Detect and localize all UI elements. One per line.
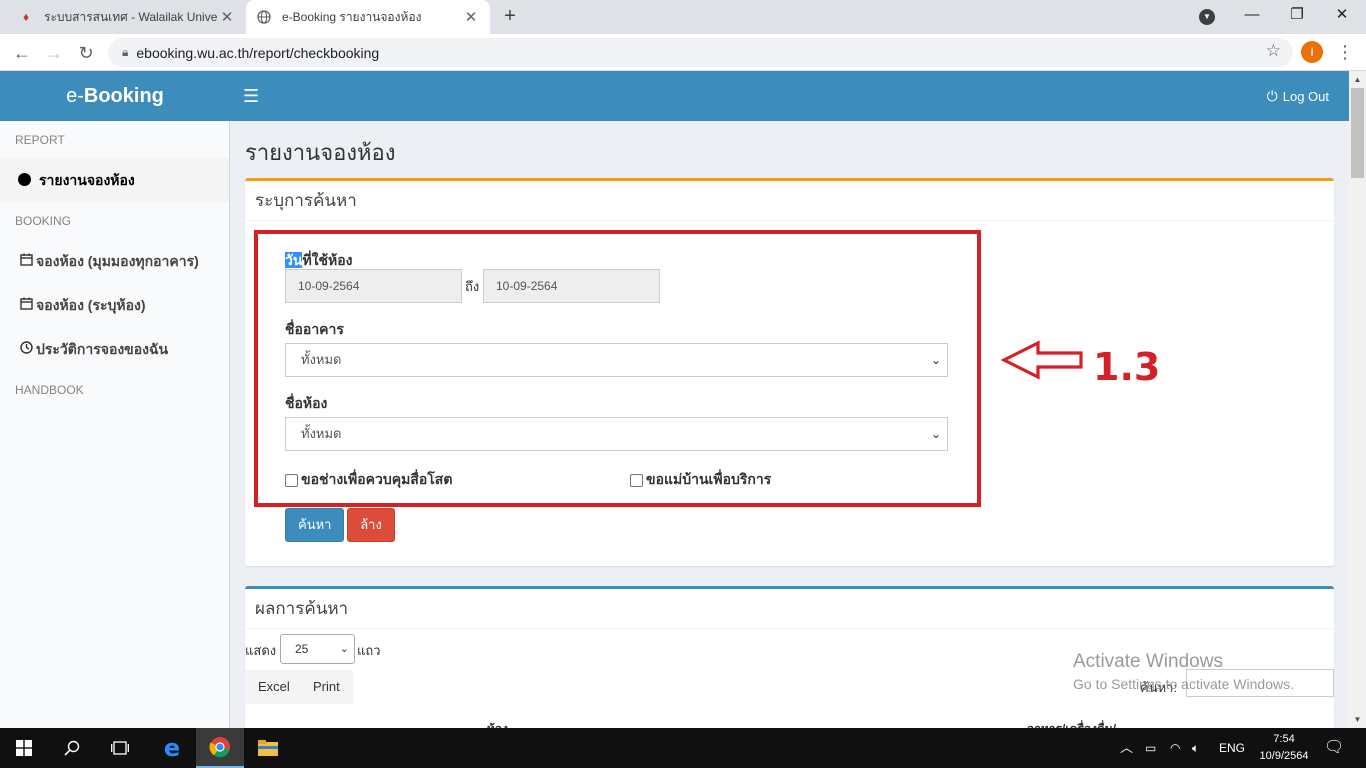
annotation-step-label: 1.3 — [1093, 345, 1161, 389]
url-text: ebooking.wu.ac.th/report/checkbooking — [136, 44, 380, 61]
browser-tab-strip: ♦ ระบบสารสนเทศ - Walailak Universit ✕ e-… — [0, 0, 1366, 34]
close-window-button[interactable]: ✕ — [1320, 0, 1364, 32]
search-box-title: ระบุการค้นหา — [245, 181, 1334, 221]
new-tab-button[interactable]: + — [498, 5, 522, 29]
sidebar-item-label: รายงานจองห้อง — [39, 172, 135, 188]
browser-toolbar: ← → ↻ 🔒︎ ebooking.wu.ac.th/report/checkb… — [0, 34, 1366, 71]
edge-browser-icon[interactable]: e — [148, 728, 196, 768]
hamburger-menu-icon[interactable]: ☰ — [243, 86, 259, 106]
search-button[interactable]: ค้นหา — [285, 508, 344, 542]
annotation-arrow-icon — [1000, 340, 1083, 380]
battery-icon[interactable]: ▭ — [1145, 728, 1156, 768]
file-explorer-icon[interactable] — [244, 728, 292, 768]
power-icon: ⏻ — [1266, 88, 1278, 104]
scroll-thumb[interactable] — [1351, 88, 1364, 178]
close-tab-icon[interactable]: ✕ — [218, 8, 236, 26]
system-clock[interactable]: 7:54 10/9/2564 — [1256, 731, 1312, 765]
globe-icon — [256, 9, 272, 25]
clock-date: 10/9/2564 — [1259, 750, 1309, 762]
volume-icon[interactable]: 🔈︎ — [1192, 728, 1199, 768]
sidebar-item-book-specific-room[interactable]: จองห้อง (ระบุห้อง) — [0, 283, 229, 327]
annotation-highlight-box — [254, 230, 981, 507]
windows-taskbar: e ︿ ▭ ◠ 🔈︎ ENG 7:54 10/9/2564 🗨︎ — [0, 728, 1366, 768]
sidebar-item-label: ประวัติการจองของฉัน — [36, 341, 169, 357]
sidebar-item-my-history[interactable]: ประวัติการจองของฉัน — [0, 327, 229, 371]
search-icon[interactable] — [48, 728, 96, 768]
column-header-room[interactable]: ห้อง — [487, 720, 508, 728]
sidebar-heading-booking: BOOKING — [15, 214, 72, 228]
sidebar-item-label: จองห้อง (มุมมองทุกอาคาร) — [36, 253, 199, 269]
sidebar-item-room-report[interactable]: รายงานจองห้อง — [0, 158, 229, 202]
notifications-icon[interactable]: 🗨︎ — [1324, 728, 1344, 768]
lock-icon: 🔒︎ — [122, 45, 129, 59]
menu-dots-icon[interactable]: ⋮ — [1336, 39, 1354, 65]
watermark-subtitle: Go to Settings to activate Windows. — [1073, 676, 1294, 692]
reload-icon[interactable]: ↻ — [72, 39, 100, 67]
logout-button[interactable]: ⏻ Log Out — [1267, 71, 1329, 121]
page-title: รายงานจองห้อง — [245, 140, 396, 165]
scroll-down-icon[interactable]: ▼ — [1349, 711, 1366, 728]
show-label: แสดง — [245, 643, 277, 658]
print-button[interactable]: Print — [300, 670, 353, 704]
input-language[interactable]: ENG — [1219, 728, 1245, 768]
results-box-title: ผลการค้นหา — [245, 589, 1334, 629]
sidebar-heading-handbook: HANDBOOK — [15, 383, 84, 397]
windows-activation-watermark: Activate Windows Go to Settings to activ… — [1073, 651, 1294, 692]
watermark-title: Activate Windows — [1073, 651, 1223, 672]
clock-icon — [18, 327, 34, 371]
brand-logo[interactable]: e-Booking — [0, 71, 230, 121]
sidebar-item-label: จองห้อง (ระบุห้อง) — [36, 297, 146, 313]
tab-title: ระบบสารสนเทศ - Walailak Universit — [44, 9, 218, 24]
browser-tab-2[interactable]: e-Booking รายงานจองห้อง ✕ — [246, 0, 490, 34]
clear-button[interactable]: ล้าง — [347, 508, 395, 542]
top-navbar: e-Booking ☰ ⏻ Log Out — [0, 71, 1349, 121]
windows-start-icon[interactable] — [0, 728, 48, 768]
scroll-up-icon[interactable]: ▲ — [1349, 71, 1366, 88]
tab-title: e-Booking รายงานจองห้อง — [282, 9, 422, 24]
brand-name: Booking — [83, 85, 164, 107]
tray-chevron-up-icon[interactable]: ︿ — [1120, 728, 1133, 768]
close-tab-icon[interactable]: ✕ — [462, 8, 480, 26]
task-view-icon[interactable] — [96, 728, 144, 768]
circle-dot-icon — [18, 173, 31, 186]
calendar-icon — [18, 283, 34, 327]
restore-button[interactable]: ❐ — [1275, 0, 1319, 32]
excel-button[interactable]: Excel — [245, 670, 303, 704]
page-scrollbar[interactable]: ▲ ▼ — [1349, 71, 1366, 728]
page-length-select[interactable]: 25 ⌄ — [280, 634, 355, 664]
brand-prefix: e- — [66, 85, 84, 107]
logout-label: Log Out — [1282, 89, 1329, 104]
wifi-icon[interactable]: ◠ — [1170, 728, 1180, 768]
page-length-value: 25 — [295, 642, 309, 656]
profile-avatar[interactable]: I — [1301, 41, 1323, 63]
column-header-food-drink[interactable]: อาหาร/เครื่องดื่ม/ — [1027, 720, 1116, 728]
chevron-down-icon: ⌄ — [339, 643, 349, 655]
sidebar-item-book-all-buildings[interactable]: จองห้อง (มุมมองทุกอาคาร) — [0, 239, 229, 283]
calendar-icon — [18, 239, 34, 283]
rows-label: แถว — [357, 643, 381, 658]
profile-menu-icon[interactable]: ▼ — [1199, 9, 1215, 25]
chrome-browser-icon[interactable] — [196, 728, 244, 768]
back-arrow-icon[interactable]: ← — [8, 39, 36, 67]
sidebar: REPORT รายงานจองห้อง BOOKING จองห้อง (มุ… — [0, 121, 230, 728]
forward-arrow-icon[interactable]: → — [40, 39, 68, 67]
sidebar-heading-report: REPORT — [15, 133, 65, 147]
address-bar[interactable]: 🔒︎ ebooking.wu.ac.th/report/checkbooking… — [108, 38, 1293, 67]
clock-time: 7:54 — [1273, 733, 1295, 745]
bookmark-star-icon[interactable]: ☆ — [1266, 41, 1281, 61]
minimize-button[interactable]: — — [1230, 0, 1274, 32]
browser-tab-1[interactable]: ♦ ระบบสารสนเทศ - Walailak Universit ✕ — [8, 0, 246, 34]
university-seal-icon: ♦ — [22, 10, 30, 24]
